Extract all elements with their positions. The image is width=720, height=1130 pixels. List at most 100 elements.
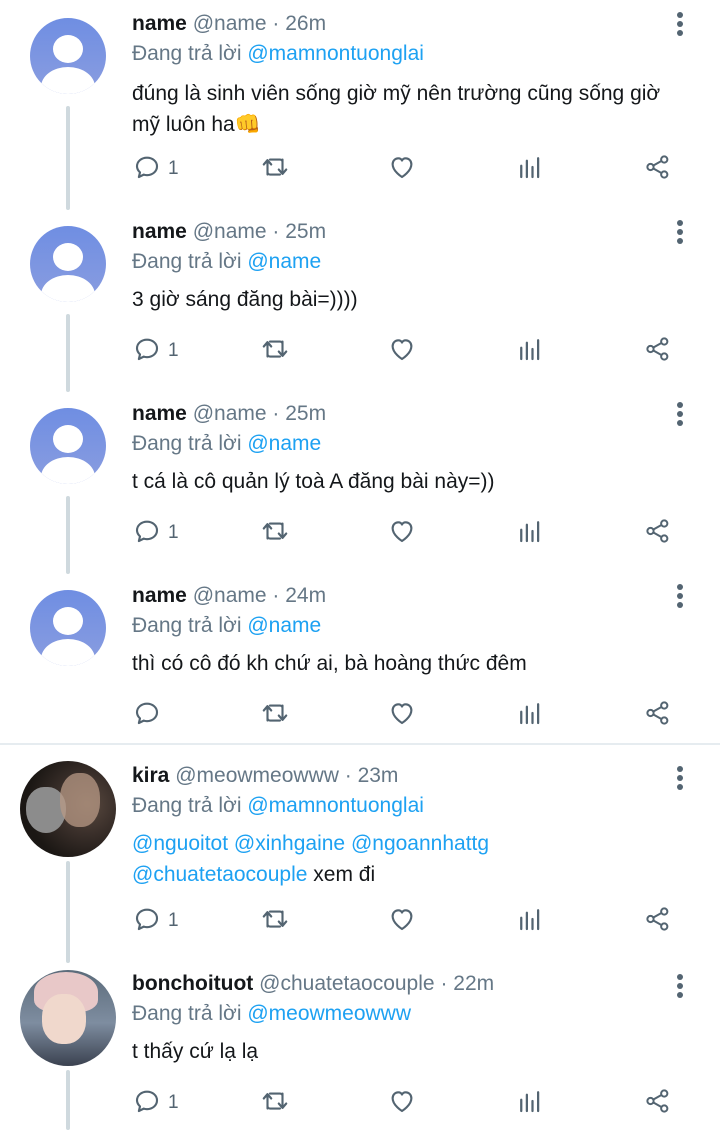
reply-button[interactable]: 1 [132, 1086, 179, 1122]
retweet-button[interactable] [260, 1086, 290, 1122]
share-icon [646, 337, 669, 361]
user-handle[interactable]: @meowmeowww [175, 764, 339, 787]
reply-button[interactable]: 1 [132, 334, 179, 370]
like-button[interactable] [387, 1086, 417, 1122]
replying-to-handle[interactable]: @mamnontuonglai [247, 794, 424, 817]
stats-button[interactable] [515, 904, 545, 940]
avatar[interactable] [30, 226, 106, 302]
share-button[interactable] [643, 904, 673, 940]
tweet-text: 3 giờ sáng đăng bài=)))) [132, 284, 697, 315]
more-icon[interactable] [670, 972, 690, 1000]
replying-to-label: Đang trả lời [132, 1002, 242, 1025]
tweet-text: đúng là sinh viên sống giờ mỹ nên trường… [132, 78, 697, 140]
share-button[interactable] [643, 334, 673, 370]
retweet-icon [262, 158, 288, 176]
user-handle[interactable]: @name [193, 12, 267, 35]
share-button[interactable] [643, 698, 673, 734]
share-button[interactable] [643, 152, 673, 188]
replying-to: Đang trả lời @name [132, 430, 321, 458]
tweet[interactable]: bonchoituot @chuatetaocouple · 22m Đang … [0, 956, 720, 1130]
user-handle[interactable]: @name [193, 220, 267, 243]
like-button[interactable] [387, 516, 417, 552]
stats-button[interactable] [515, 152, 545, 188]
timestamp: · 23m [344, 764, 399, 787]
like-button[interactable] [387, 698, 417, 734]
avatar[interactable] [30, 18, 106, 94]
user-handle[interactable]: @chuatetaocouple [259, 972, 434, 995]
share-button[interactable] [643, 516, 673, 552]
retweet-button[interactable] [260, 904, 290, 940]
replying-to-label: Đang trả lời [132, 432, 242, 455]
replying-to: Đang trả lời @meowmeowww [132, 1000, 411, 1028]
display-name[interactable]: name [132, 220, 187, 243]
retweet-button[interactable] [260, 698, 290, 734]
retweet-button[interactable] [260, 334, 290, 370]
stats-button[interactable] [515, 516, 545, 552]
stats-button[interactable] [515, 1086, 545, 1122]
reply-button[interactable] [132, 698, 162, 734]
replying-to: Đang trả lời @mamnontuonglai [132, 792, 424, 820]
display-name[interactable]: name [132, 12, 187, 35]
retweet-icon [262, 704, 288, 722]
tweet[interactable]: name @name · 25m Đang trả lời @name t cá… [0, 392, 720, 574]
reply-icon [135, 908, 159, 931]
retweet-icon [262, 522, 288, 540]
retweet-button[interactable] [260, 516, 290, 552]
retweet-button[interactable] [260, 152, 290, 188]
display-name[interactable]: kira [132, 764, 169, 787]
more-icon[interactable] [670, 400, 690, 428]
mention[interactable]: @chuatetaocouple [132, 863, 307, 886]
more-icon[interactable] [670, 582, 690, 610]
stats-icon [520, 703, 540, 725]
reply-icon [135, 156, 159, 179]
timestamp: · 26m [272, 12, 327, 35]
avatar[interactable] [30, 590, 106, 666]
replying-to-handle[interactable]: @mamnontuonglai [247, 42, 424, 65]
timestamp: · 25m [272, 402, 327, 425]
replying-to-label: Đang trả lời [132, 614, 242, 637]
timestamp: · 24m [272, 584, 327, 607]
tweet-header: name @name · 25m [132, 218, 326, 246]
avatar[interactable] [20, 761, 116, 857]
avatar[interactable] [30, 408, 106, 484]
more-icon[interactable] [670, 764, 690, 792]
replying-to-handle[interactable]: @name [247, 432, 321, 455]
replying-to-handle[interactable]: @name [247, 614, 321, 637]
like-icon [391, 909, 413, 931]
more-icon[interactable] [670, 10, 690, 38]
tweet-text: @nguoitot @xinhgaine @ngoannhattg @chuat… [132, 828, 697, 890]
tweet[interactable]: name @name · 25m Đang trả lời @name 3 gi… [0, 210, 720, 392]
reply-button[interactable]: 1 [132, 904, 179, 940]
reply-count: 1 [168, 910, 179, 931]
like-button[interactable] [387, 334, 417, 370]
stats-button[interactable] [515, 698, 545, 734]
reply-button[interactable]: 1 [132, 152, 179, 188]
tweet-text-line: thì có cô đó kh chứ ai, bà hoàng thức đê… [132, 652, 527, 675]
user-handle[interactable]: @name [193, 584, 267, 607]
reply-count: 1 [168, 340, 179, 361]
display-name[interactable]: name [132, 402, 187, 425]
like-button[interactable] [387, 152, 417, 188]
more-icon[interactable] [670, 218, 690, 246]
share-icon [646, 701, 669, 725]
tweet[interactable]: name @name · 26m Đang trả lời @mamnontuo… [0, 0, 720, 210]
mention-list[interactable]: @nguoitot @xinhgaine @ngoannhattg [132, 828, 697, 859]
share-button[interactable] [643, 1086, 673, 1122]
display-name[interactable]: bonchoituot [132, 972, 253, 995]
tweet[interactable]: kira @meowmeowww · 23m Đang trả lời @mam… [0, 746, 720, 956]
replying-to-handle[interactable]: @name [247, 250, 321, 273]
tweet-text: t cá là cô quản lý toà A đăng bài này=)) [132, 466, 697, 497]
reply-button[interactable]: 1 [132, 516, 179, 552]
like-icon [391, 703, 413, 725]
user-handle[interactable]: @name [193, 402, 267, 425]
replying-to-handle[interactable]: @meowmeowww [247, 1002, 411, 1025]
retweet-icon [262, 1092, 288, 1110]
like-icon [391, 521, 413, 543]
like-button[interactable] [387, 904, 417, 940]
display-name[interactable]: name [132, 584, 187, 607]
stats-icon [520, 909, 540, 931]
avatar[interactable] [20, 970, 116, 1066]
tweet[interactable]: name @name · 24m Đang trả lời @name thì … [0, 574, 720, 744]
stats-button[interactable] [515, 334, 545, 370]
reply-count: 1 [168, 1092, 179, 1113]
